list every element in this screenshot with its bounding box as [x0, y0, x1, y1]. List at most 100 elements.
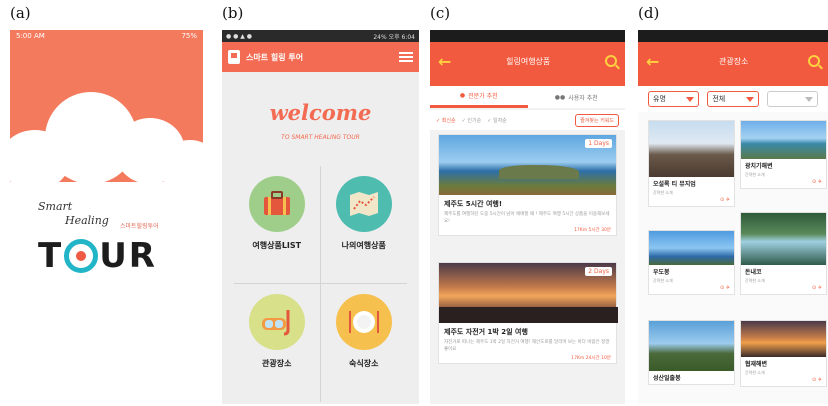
dropdown-popularity[interactable]: 유명	[648, 91, 700, 107]
dropdown-category[interactable]: 전체	[707, 91, 759, 107]
tour-title: 제주도 5시간 여행!	[444, 200, 503, 208]
app-title: 스마트 힐링 투어	[246, 52, 304, 62]
place-image	[741, 213, 826, 265]
tour-meta: 17Km 24시간 10분	[571, 356, 611, 361]
filter-popular[interactable]: ✓ 인기순	[462, 117, 482, 124]
menu-grid: 여행상품LIST 나의여행상품 관광장소 숙식장소	[234, 166, 407, 402]
tour-image: 1 Days	[439, 135, 616, 195]
place-meta: ⊙ ✈	[720, 285, 730, 291]
days-badge: 1 Days	[585, 139, 612, 148]
tour-image: 2 Days	[439, 263, 618, 323]
chevron-down-icon	[745, 96, 754, 102]
tab-label: 전문가 추천	[468, 93, 498, 100]
place-image	[741, 321, 826, 357]
panel-label-d: (d)	[638, 4, 660, 22]
status-bar: ● ● ▲ ● 24% 오후 6:04	[222, 30, 419, 42]
menu-label: 나의여행상품	[341, 241, 386, 250]
place-meta: ⊙ ✈	[812, 179, 822, 185]
panel-label-a: (a)	[10, 4, 31, 22]
chevron-down-icon	[804, 96, 813, 102]
tour-card[interactable]: 2 Days 제주도 자전거 1박 2일 여행 자전거로 떠나는 제주도 1박 …	[438, 262, 618, 364]
place-name: 오설록 티 뮤지엄	[653, 181, 696, 188]
place-name: 광치기해변	[745, 163, 773, 170]
logo-script-smart: Smart	[38, 200, 73, 213]
search-icon[interactable]	[604, 55, 617, 67]
bookmark-icon	[228, 50, 240, 64]
home-screen: ● ● ▲ ● 24% 오후 6:04 스마트 힐링 투어 welcome TO…	[222, 30, 419, 404]
tour-logo: T UR	[38, 236, 157, 276]
tour-description: 자전거로 떠나는 제주도 1박 2일 자전거 여행! 해안도로를 달리며 보는 …	[444, 340, 610, 352]
menu-item-my-tour[interactable]: 나의여행상품	[320, 166, 407, 284]
tour-products-screen: ← 힐링여행상품 ● 전문가 추천 ●● 사용자 추천 ✓ 최신순 ✓ 인기순 …	[430, 30, 625, 404]
dropdown-value: 유명	[653, 95, 666, 103]
logo-letter-t: T	[38, 236, 64, 276]
place-card[interactable]: 협재해변 간략한 소개 ⊙ ✈	[740, 320, 827, 387]
group-icon: ●●	[554, 93, 566, 101]
menu-item-lodging[interactable]: 숙식장소	[321, 284, 408, 402]
place-meta: ⊙ ✈	[720, 197, 730, 203]
place-image	[649, 231, 734, 265]
attractions-screen: ← 관광장소 유명 전체 오설록 티 뮤지엄 간략한 소개 ⊙ ✈ 우도봉 간략…	[638, 30, 828, 404]
plate-icon	[335, 294, 392, 350]
logo-ring-icon	[64, 239, 99, 273]
place-meta: ⊙ ✈	[812, 377, 822, 383]
menu-item-tour-list[interactable]: 여행상품LIST	[234, 166, 321, 284]
menu-item-attractions[interactable]: 관광장소	[234, 284, 321, 402]
sort-filters: ✓ 최신순 ✓ 인기순 ✓ 일자순 즐겨찾는 키워드	[430, 110, 625, 130]
panel-label-b: (b)	[222, 4, 244, 22]
status-right: 24% 오후 6:04	[373, 33, 415, 41]
suitcase-icon	[248, 176, 305, 232]
filter-date[interactable]: ✓ 일자순	[487, 117, 507, 124]
screen-title: 힐링여행상품	[506, 56, 551, 66]
back-arrow-icon[interactable]: ←	[438, 52, 451, 71]
keyword-button[interactable]: 즐겨찾는 키워드	[575, 113, 619, 127]
place-card[interactable]: 성산일출봉	[648, 320, 735, 385]
welcome-heading: welcome	[269, 100, 372, 125]
place-image	[741, 121, 826, 159]
app-bar: 스마트 힐링 투어	[222, 42, 419, 72]
tab-user[interactable]: ●● 사용자 추천	[528, 86, 626, 108]
dropdown-region[interactable]	[766, 91, 818, 107]
tour-description: 제주도를 여행하던 도중 5시간이 남아 애매할 때 ! 제주도 여행 5시간 …	[444, 212, 610, 224]
place-name: 돈내코	[745, 269, 762, 276]
menu-label: 숙식장소	[349, 359, 379, 368]
welcome-subtitle: TO SMART HEALING TOUR	[281, 134, 360, 141]
map-icon	[335, 176, 392, 232]
place-name: 협재해변	[745, 361, 768, 368]
tab-bar: ● 전문가 추천 ●● 사용자 추천	[430, 86, 625, 108]
place-image	[649, 121, 734, 177]
person-icon: ●	[459, 92, 466, 99]
panel-label-c: (c)	[430, 4, 451, 22]
app-bar: ← 관광장소	[638, 30, 828, 86]
back-arrow-icon[interactable]: ←	[646, 52, 659, 71]
days-badge: 2 Days	[585, 267, 612, 276]
search-icon[interactable]	[807, 55, 820, 67]
tab-expert[interactable]: ● 전문가 추천	[430, 86, 528, 108]
place-card[interactable]: 돈내코 간략한 소개 ⊙ ✈	[740, 212, 827, 295]
status-bar	[638, 30, 828, 42]
place-card[interactable]: 오설록 티 뮤지엄 간략한 소개 ⊙ ✈	[648, 120, 735, 207]
filter-dropdowns: 유명 전체	[638, 86, 828, 112]
tour-meta: 17Km 5시간 30분	[574, 228, 611, 233]
chevron-down-icon	[686, 96, 695, 102]
place-card[interactable]: 우도봉 간략한 소개 ⊙ ✈	[648, 230, 735, 295]
app-bar: ← 힐링여행상품	[430, 30, 625, 86]
tour-title: 제주도 자전거 1박 2일 여행	[444, 328, 528, 336]
snorkel-icon	[248, 294, 305, 350]
logo-korean-text: 스마트힐링투어	[120, 223, 159, 230]
menu-label: 관광장소	[262, 359, 292, 368]
place-name: 성산일출봉	[653, 375, 681, 382]
status-battery: 75%	[181, 32, 197, 40]
filter-latest[interactable]: ✓ 최신순	[436, 117, 456, 124]
place-card[interactable]: 광치기해변 간략한 소개 ⊙ ✈	[740, 120, 827, 189]
place-name: 우도봉	[653, 269, 670, 276]
status-bar: 5:00 AM 75%	[10, 30, 203, 42]
hamburger-menu-icon[interactable]	[399, 52, 413, 62]
splash-screen: 5:00 AM 75% Smart Healing 스마트힐링투어 T UR	[10, 30, 203, 404]
menu-label: 여행상품LIST	[252, 241, 302, 250]
tour-card[interactable]: 1 Days 제주도 5시간 여행! 제주도를 여행하던 도중 5시간이 남아 …	[438, 134, 617, 236]
logo-letters-ur: UR	[99, 236, 157, 276]
logo-script-healing: Healing	[65, 214, 109, 227]
screen-title: 관광장소	[718, 56, 749, 66]
status-time: 5:00 AM	[16, 32, 45, 40]
